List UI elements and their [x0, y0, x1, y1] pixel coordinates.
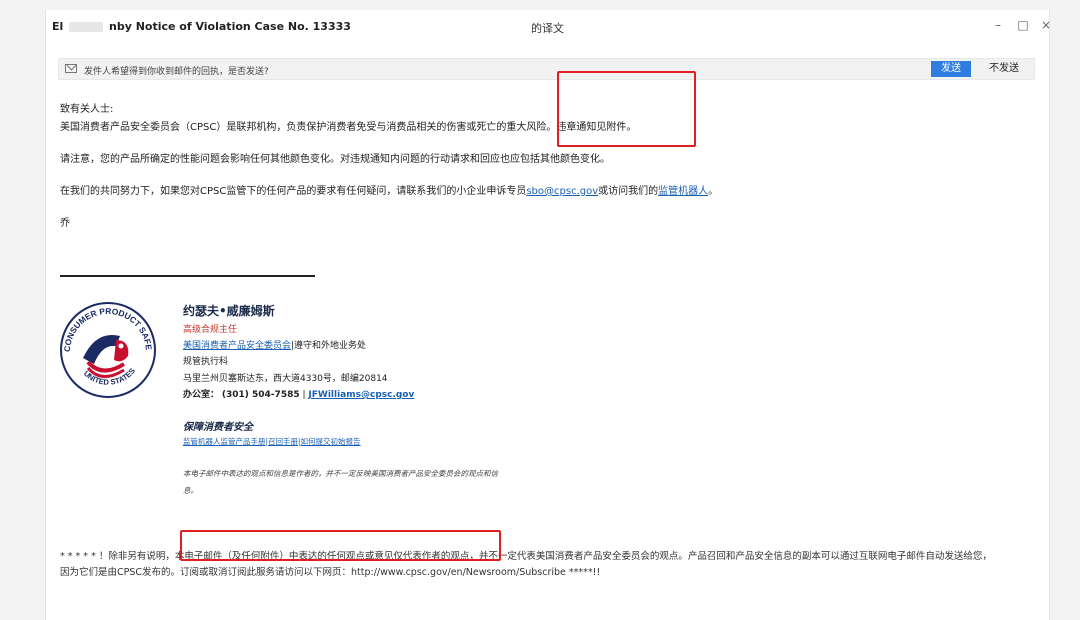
signature-org-rest: |遵守和外地业务处: [291, 341, 367, 351]
top-strip: [0, 0, 1080, 10]
cpsc-seal-logo: CONSUMER PRODUCT SAFETY COMMISSION UNITE…: [58, 300, 156, 398]
signature-contact: 办公室： (301) 504-7585 | JFWilliams@cpsc.go…: [183, 387, 414, 400]
contact-separator: |: [302, 390, 306, 400]
title-bar: El nby Notice of Violation Case No. 1333…: [46, 10, 1051, 44]
cpsc-org-link[interactable]: 美国消费者产品安全委员会: [183, 341, 291, 351]
close-button[interactable]: ×: [1039, 18, 1053, 32]
annotation-highlight-box: [180, 530, 501, 561]
envelope-icon: [65, 64, 77, 73]
paragraph-2: 请注意，您的产品所确定的性能问题会影响任何其他颜色变化。对违规通知内问题的行动请…: [60, 154, 610, 165]
greeting: 致有关人士:: [60, 104, 114, 115]
dont-send-receipt-button[interactable]: 不发送: [984, 61, 1024, 77]
email-window: El nby Notice of Violation Case No. 1333…: [45, 10, 1051, 620]
signature-department: 规管执行科: [183, 357, 229, 367]
maximize-button[interactable]: □: [1016, 18, 1030, 32]
title-main: nby Notice of Violation Case No. 13333: [108, 20, 351, 33]
redacted-block: [69, 22, 104, 32]
paragraph-3-text: 在我们的共同努力下，如果您对CPSC监管下的任何产品的要求有任何疑问，请联系我们…: [60, 186, 527, 197]
office-phone: (301) 504-7585: [221, 390, 300, 400]
closing-name: 乔: [60, 218, 70, 229]
paragraph-3: 在我们的共同努力下，如果您对CPSC监管下的任何产品的要求有任何疑问，请联系我们…: [60, 182, 718, 197]
read-receipt-bar: 发件人希望得到你收到邮件的回执，是否发送? 发送 不发送: [58, 58, 1035, 80]
sbo-email-link[interactable]: sbo@cpsc.gov: [526, 186, 598, 197]
signature-disclaimer-line1: 本电子邮件中表达的观点和信息是作者的，并不一定反映美国消费者产品安全委员会的观点…: [183, 469, 498, 478]
signature-tagline: 保障消费者安全: [183, 422, 253, 433]
footer-line-1c: 并不一定代表美国消费者产品安全委员会的观点。产品召回和产品安全信息的副本可以通过…: [478, 551, 992, 562]
footer-line-1a: * * * * * ！除非另有说明，: [60, 551, 175, 562]
paragraph-3-mid: 或访问我们的: [598, 186, 659, 197]
annotation-highlight-box: [557, 71, 696, 147]
paragraph-3-end: 。: [708, 186, 719, 197]
send-receipt-button[interactable]: 发送: [931, 61, 971, 77]
author-email-link[interactable]: JFWilliams@cpsc.gov: [308, 390, 414, 400]
title-suffix: 的译文: [531, 22, 564, 35]
footer-line-2: 因为它们是由CPSC发布的。订阅或取消订阅此服务请访问以下网页：http://w…: [60, 567, 601, 578]
minimize-button[interactable]: –: [991, 18, 1005, 32]
signature-divider: [60, 275, 315, 277]
signature-links[interactable]: 监管机器人监管产品手册|召回手册|如何提交初始报告: [183, 436, 361, 447]
regulatory-robot-link[interactable]: 监管机器人: [658, 186, 708, 197]
signature-disclaimer-line2: 息。: [183, 486, 198, 495]
office-label: 办公室：: [183, 390, 220, 400]
signature-org: 美国消费者产品安全委员会|遵守和外地业务处: [183, 338, 366, 351]
signature-name: 约瑟夫•威廉姆斯: [183, 304, 275, 318]
signature-address: 马里兰州贝塞斯达东，西大道4330号，邮编20814: [183, 374, 388, 384]
paragraph-1: 美国消费者产品安全委员会（CPSC）是联邦机构，负责保护消费者免受与消费品相关的…: [60, 122, 637, 133]
read-receipt-text: 发件人希望得到你收到邮件的回执，是否发送?: [84, 67, 269, 77]
title-prefix: El: [52, 20, 64, 33]
signature-role: 高级合规主任: [183, 325, 238, 335]
window-title: El nby Notice of Violation Case No. 1333…: [52, 20, 351, 33]
